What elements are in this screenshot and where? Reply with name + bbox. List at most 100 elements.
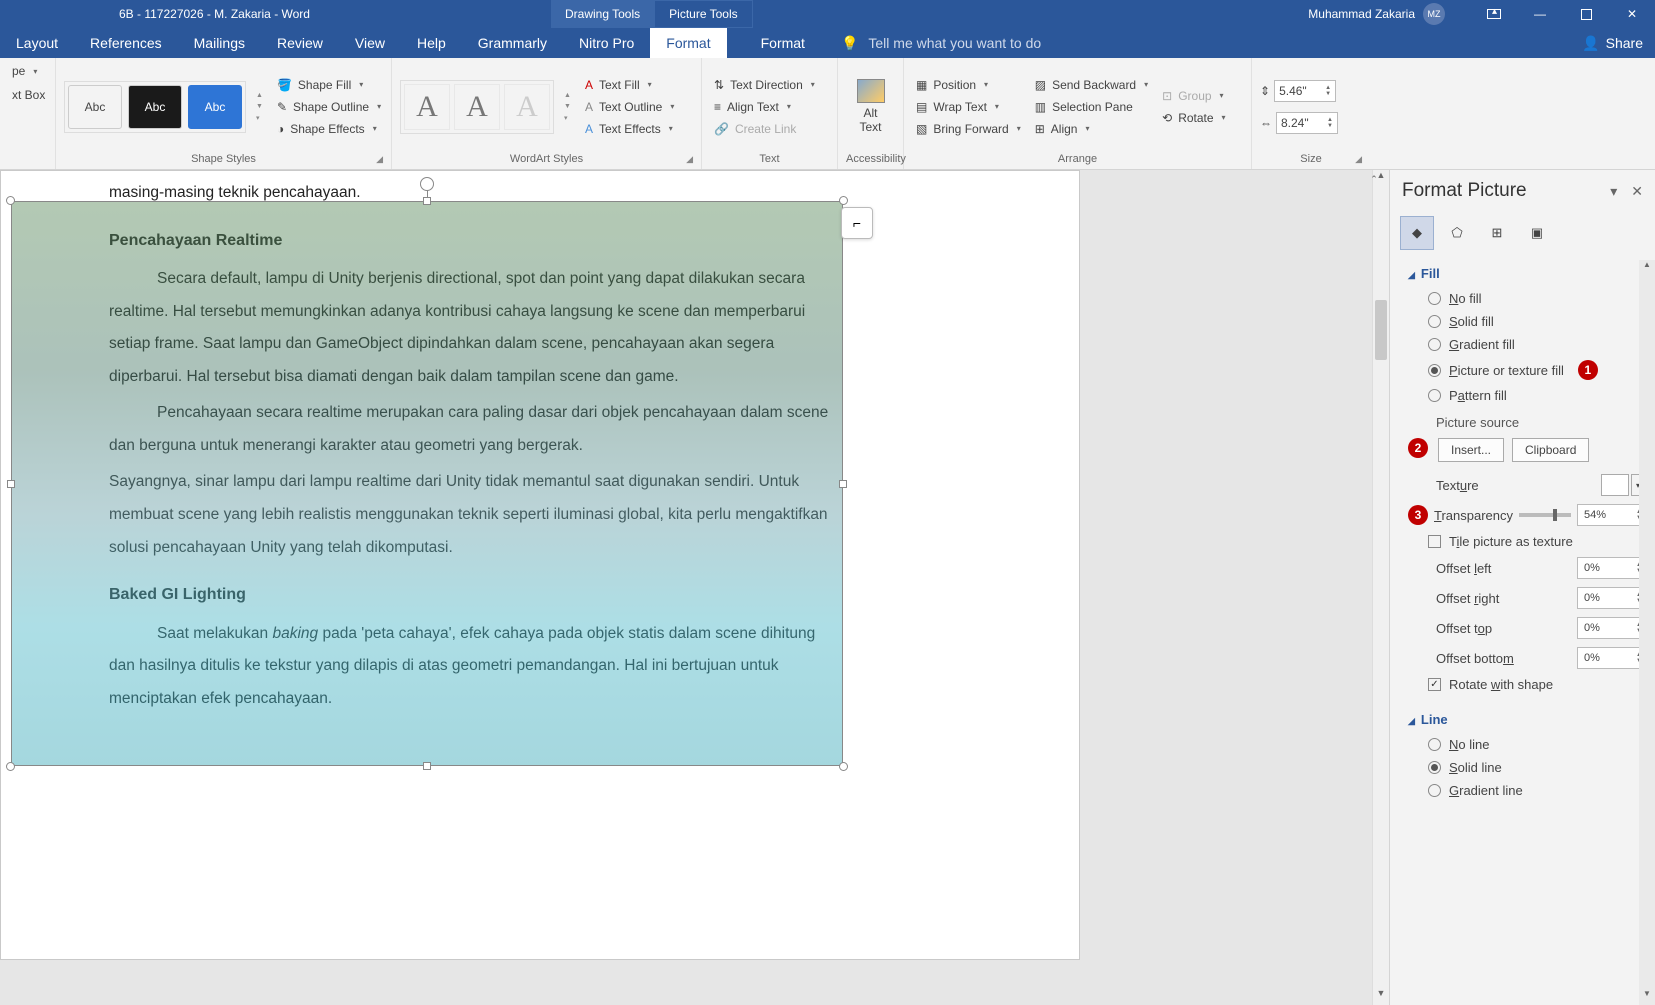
close-button[interactable]: ✕: [1609, 0, 1655, 28]
align-obj-icon: ⊞: [1035, 122, 1045, 136]
offset-top-input[interactable]: 0%▲▼: [1577, 617, 1645, 639]
ribbon-display-icon[interactable]: ▴: [1471, 0, 1517, 28]
tab-references[interactable]: References: [74, 28, 178, 58]
minimize-button[interactable]: —: [1517, 0, 1563, 28]
wordart-thumb-1[interactable]: A: [404, 84, 450, 130]
text-direction-button[interactable]: ⇅Text Direction▾: [710, 76, 819, 94]
resize-handle-b[interactable]: [423, 762, 431, 770]
tab-format-drawing[interactable]: Format: [650, 28, 726, 58]
insert-shape-partial[interactable]: pe▾: [8, 62, 41, 80]
gradient-fill-radio[interactable]: Gradient fill: [1408, 333, 1645, 356]
bring-forward-button[interactable]: ▧Bring Forward▾: [912, 120, 1025, 138]
tile-checkbox[interactable]: Tile picture as texture: [1408, 530, 1645, 553]
shape-effects-button[interactable]: ◑Shape Effects▾: [273, 120, 385, 138]
tab-view[interactable]: View: [339, 28, 401, 58]
offset-right-input[interactable]: 0%▲▼: [1577, 587, 1645, 609]
solid-line-radio[interactable]: Solid line: [1408, 756, 1645, 779]
collapse-ribbon-button[interactable]: ⌃: [1363, 172, 1385, 186]
position-button[interactable]: ▦Position▾: [912, 76, 1025, 94]
texture-picker[interactable]: [1601, 474, 1629, 496]
tab-layout[interactable]: Layout: [0, 28, 74, 58]
fill-line-tab[interactable]: ◆: [1400, 216, 1434, 250]
transparency-slider[interactable]: [1519, 513, 1571, 517]
picture-icon: ▣: [1531, 225, 1543, 241]
wordart-thumb-3[interactable]: A: [504, 84, 550, 130]
wrap-text-button[interactable]: ▤Wrap Text▾: [912, 98, 1025, 116]
share-button[interactable]: 👤 Share: [1582, 35, 1643, 52]
picture-tab[interactable]: ▣: [1520, 216, 1554, 250]
no-fill-radio[interactable]: No fill: [1408, 287, 1645, 310]
send-backward-button[interactable]: ▨Send Backward▾: [1031, 76, 1152, 94]
tell-me-search[interactable]: 💡 Tell me what you want to do: [841, 35, 1041, 52]
resize-handle-tr[interactable]: [839, 196, 848, 205]
line-section-header[interactable]: Line: [1408, 706, 1645, 733]
shape-width-input[interactable]: 8.24"▲▼: [1276, 112, 1338, 134]
shape-outline-button[interactable]: ✎Shape Outline▾: [273, 98, 385, 116]
text-effects-button[interactable]: AText Effects▾: [581, 120, 678, 138]
solid-fill-radio[interactable]: Solid fill: [1408, 310, 1645, 333]
selection-pane-button[interactable]: ▥Selection Pane: [1031, 98, 1152, 116]
pane-title: Format Picture: [1402, 180, 1527, 202]
align-text-button[interactable]: ≡Align Text▾: [710, 98, 819, 116]
tab-nitro[interactable]: Nitro Pro: [563, 28, 650, 58]
rotate-with-shape-checkbox[interactable]: Rotate with shape: [1408, 673, 1645, 696]
style-thumb-1[interactable]: Abc: [68, 85, 122, 129]
wordart-launcher[interactable]: ◢: [686, 154, 693, 165]
resize-handle-l[interactable]: [7, 480, 15, 488]
pane-close-button[interactable]: ✕: [1631, 183, 1643, 200]
style-thumb-2[interactable]: Abc: [128, 85, 182, 129]
maximize-button[interactable]: [1563, 0, 1609, 28]
selected-shape[interactable]: [11, 201, 843, 766]
align-button[interactable]: ⊞Align▾: [1031, 120, 1152, 138]
alt-text-button[interactable]: Alt Text: [857, 79, 885, 133]
pattern-fill-radio[interactable]: Pattern fill: [1408, 384, 1645, 407]
offset-left-input[interactable]: 0%▲▼: [1577, 557, 1645, 579]
wrap-icon: ▤: [916, 100, 927, 114]
offset-bottom-input[interactable]: 0%▲▼: [1577, 647, 1645, 669]
resize-handle-tl[interactable]: [6, 196, 15, 205]
gradient-line-radio[interactable]: Gradient line: [1408, 779, 1645, 802]
offset-bottom-label: Offset bottom: [1436, 651, 1514, 666]
direction-icon: ⇅: [714, 78, 724, 92]
pane-scrollbar[interactable]: ▲ ▼: [1639, 260, 1655, 1005]
layout-tab[interactable]: ⊞: [1480, 216, 1514, 250]
tab-format-picture[interactable]: Format: [745, 28, 821, 58]
text-fill-button[interactable]: AText Fill▾: [581, 76, 678, 94]
wordart-thumb-2[interactable]: A: [454, 84, 500, 130]
size-launcher[interactable]: ◢: [1355, 154, 1362, 165]
pane-options-button[interactable]: ▾: [1610, 183, 1617, 200]
document-scrollbar[interactable]: ▲ ▼: [1372, 170, 1389, 1005]
tab-help[interactable]: Help: [401, 28, 462, 58]
tab-mailings[interactable]: Mailings: [178, 28, 261, 58]
fill-section-header[interactable]: Fill: [1408, 260, 1645, 287]
picture-tools-tab[interactable]: Picture Tools: [654, 0, 752, 28]
style-thumb-3[interactable]: Abc: [188, 85, 242, 129]
insert-picture-button[interactable]: Insert...: [1438, 438, 1504, 462]
user-avatar[interactable]: MZ: [1423, 3, 1445, 25]
scroll-down-button[interactable]: ▼: [1373, 988, 1389, 1005]
drawing-tools-tab[interactable]: Drawing Tools: [551, 0, 654, 28]
scroll-thumb[interactable]: [1375, 300, 1387, 360]
layout-options-button[interactable]: ⌐: [841, 207, 873, 239]
text-outline-button[interactable]: AText Outline▾: [581, 98, 678, 116]
size-props-icon: ⊞: [1492, 225, 1503, 241]
resize-handle-r[interactable]: [839, 480, 847, 488]
shape-fill-button[interactable]: 🪣Shape Fill▾: [273, 76, 385, 94]
text-box-button[interactable]: xt Box: [8, 86, 49, 104]
tab-review[interactable]: Review: [261, 28, 339, 58]
resize-handle-br[interactable]: [839, 762, 848, 771]
picture-fill-radio[interactable]: Picture or texture fill 1: [1408, 356, 1645, 384]
selection-icon: ▥: [1035, 100, 1046, 114]
rotation-handle[interactable]: [420, 177, 434, 191]
tab-grammarly[interactable]: Grammarly: [462, 28, 563, 58]
shape-height-input[interactable]: 5.46"▲▼: [1274, 80, 1336, 102]
effects-tab[interactable]: ⬠: [1440, 216, 1474, 250]
resize-handle-bl[interactable]: [6, 762, 15, 771]
document-area[interactable]: masing-masing teknik pencahayaan. Pencah…: [0, 170, 1372, 1005]
rotate-button[interactable]: ⟲Rotate▾: [1158, 109, 1229, 127]
no-line-radio[interactable]: No line: [1408, 733, 1645, 756]
transparency-input[interactable]: 54%▲▼: [1577, 504, 1645, 526]
resize-handle-t[interactable]: [423, 197, 431, 205]
clipboard-button[interactable]: Clipboard: [1512, 438, 1589, 462]
shape-styles-launcher[interactable]: ◢: [376, 154, 383, 165]
